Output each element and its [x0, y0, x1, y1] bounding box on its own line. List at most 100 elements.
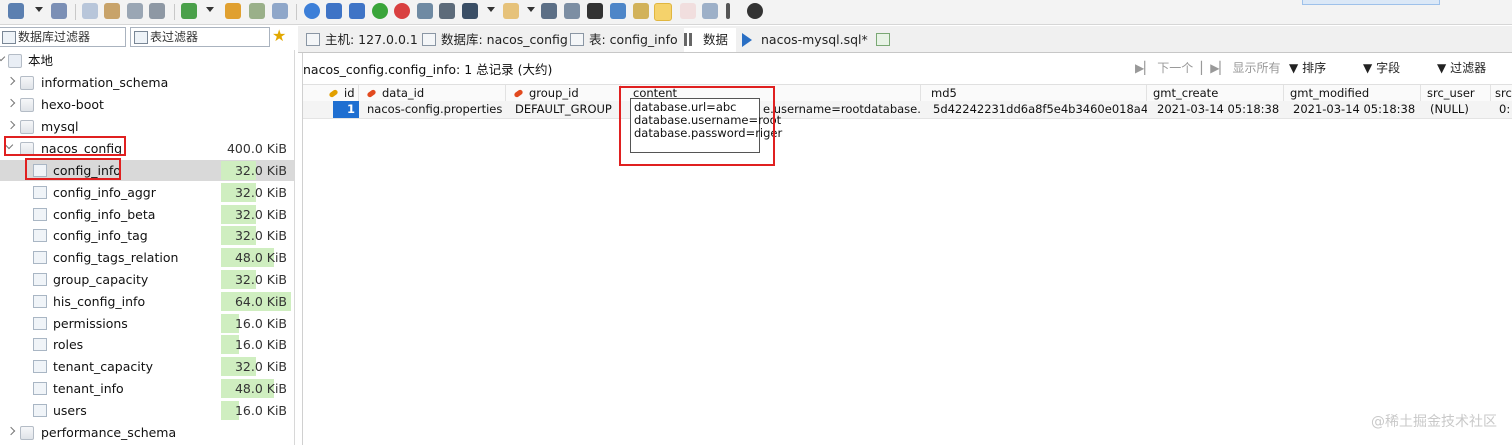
- chevron-right-icon[interactable]: [6, 120, 16, 130]
- table-filter-input[interactable]: 表过滤器: [130, 27, 270, 47]
- cell-id[interactable]: 1: [333, 101, 359, 118]
- schema-icon[interactable]: [272, 3, 288, 19]
- query-icon[interactable]: [225, 3, 241, 19]
- object-filters: 数据库过滤器 表过滤器 ★: [0, 26, 294, 48]
- null-icon[interactable]: [680, 3, 696, 19]
- next-icon: ▶▏: [1135, 61, 1154, 75]
- table-name: tenant_capacity: [53, 359, 154, 375]
- tree-table-config-info-aggr[interactable]: config_info_aggr 32.0 KiB: [0, 182, 294, 203]
- tree-table-tenant-info[interactable]: tenant_info 48.0 KiB: [0, 378, 294, 399]
- tab-host[interactable]: 主机: 127.0.0.1: [306, 28, 424, 52]
- tree-root-local[interactable]: 本地: [0, 50, 294, 71]
- warning-icon[interactable]: [654, 3, 672, 21]
- last-record-icon[interactable]: [349, 3, 365, 19]
- refresh-icon[interactable]: [181, 3, 197, 19]
- tree-table-users[interactable]: users 16.0 KiB: [0, 400, 294, 421]
- tab-sql-file[interactable]: nacos-mysql.sql*: [742, 28, 870, 52]
- tree-table-his-config-info[interactable]: his_config_info 64.0 KiB: [0, 291, 294, 312]
- chevron-right-icon[interactable]: [6, 98, 16, 108]
- tree-table-permissions[interactable]: permissions 16.0 KiB: [0, 313, 294, 334]
- tree-table-roles[interactable]: roles 16.0 KiB: [0, 334, 294, 355]
- cell-content[interactable]: e.username=rootdatabase.pa...: [761, 101, 921, 118]
- col-header-md5[interactable]: md5: [921, 85, 1147, 102]
- print-icon[interactable]: [149, 3, 165, 19]
- save-icon[interactable]: [541, 3, 557, 19]
- next-button[interactable]: ▶▏ 下一个: [1135, 59, 1193, 76]
- tree-table-tenant-capacity[interactable]: tenant_capacity 32.0 KiB: [0, 356, 294, 377]
- table-row[interactable]: 1 nacos-config.properties DEFAULT_GROUP …: [303, 101, 1512, 119]
- tree-db-information-schema[interactable]: information_schema: [0, 72, 294, 93]
- apply-icon[interactable]: [417, 3, 433, 19]
- tab-data[interactable]: 数据: [684, 28, 736, 52]
- sort-button[interactable]: ▼ 排序: [1289, 59, 1326, 76]
- export-icon[interactable]: [249, 3, 265, 19]
- col-header-gmt-create[interactable]: gmt_create: [1147, 85, 1284, 102]
- close-icon[interactable]: [747, 3, 763, 19]
- table-size: 32.0 KiB: [234, 184, 287, 200]
- paste-icon[interactable]: [104, 3, 120, 19]
- database-icon: [422, 33, 436, 46]
- filter-icon: [2, 31, 16, 44]
- cancel-icon[interactable]: [439, 3, 455, 19]
- table-size: 16.0 KiB: [234, 337, 287, 353]
- run-dropdown-icon[interactable]: [487, 7, 495, 12]
- connect-icon[interactable]: [8, 3, 24, 19]
- chevron-right-icon[interactable]: [6, 426, 16, 436]
- tab-database[interactable]: 数据库: nacos_config: [422, 28, 568, 52]
- col-header-id[interactable]: id: [303, 85, 359, 102]
- chevron-right-icon[interactable]: [6, 76, 16, 86]
- cell-data-id[interactable]: nacos-config.properties: [363, 101, 506, 118]
- cell-src-user[interactable]: (NULL): [1426, 101, 1491, 118]
- fields-button[interactable]: ▼ 字段: [1363, 59, 1400, 76]
- show-all-button[interactable]: ▏▶▏ 显示所有: [1201, 59, 1281, 76]
- tree-db-mysql[interactable]: mysql: [0, 116, 294, 137]
- key-icon: [366, 88, 377, 99]
- explain-dropdown-icon[interactable]: [527, 7, 535, 12]
- replace-icon[interactable]: [610, 3, 626, 19]
- explain-icon[interactable]: [503, 3, 519, 19]
- add-record-icon[interactable]: [372, 3, 388, 19]
- cell-src[interactable]: 0:: [1495, 101, 1512, 118]
- col-header-data-id[interactable]: data_id: [359, 85, 506, 102]
- tree-table-config-info-tag[interactable]: config_info_tag 32.0 KiB: [0, 225, 294, 246]
- new-tab-button[interactable]: [876, 28, 896, 52]
- tree-table-config-tags-relation[interactable]: config_tags_relation 48.0 KiB: [0, 247, 294, 268]
- undo-icon[interactable]: [127, 3, 143, 19]
- tab-table[interactable]: 表: config_info: [570, 28, 678, 52]
- col-header-gmt-modified[interactable]: gmt_modified: [1284, 85, 1421, 102]
- cell-gmt-create[interactable]: 2021-03-14 05:18:38: [1153, 101, 1284, 118]
- database-icon: [20, 76, 34, 90]
- col-header-src-user[interactable]: src_user: [1421, 85, 1491, 102]
- table-name: roles: [53, 337, 84, 353]
- cell-gmt-modified[interactable]: 2021-03-14 05:18:38: [1289, 101, 1421, 118]
- delete-record-icon[interactable]: [394, 3, 410, 19]
- filter-button[interactable]: ▼ 过滤器: [1437, 59, 1486, 76]
- edit-icon[interactable]: [633, 3, 649, 19]
- tree-db-performance-schema[interactable]: performance_schema: [0, 422, 294, 443]
- favorites-star-icon[interactable]: ★: [272, 26, 286, 46]
- col-label: data_id: [382, 86, 425, 100]
- refresh-dropdown-icon[interactable]: [206, 7, 214, 12]
- save-as-icon[interactable]: [564, 3, 580, 19]
- tree-db-hexo-boot[interactable]: hexo-boot: [0, 94, 294, 115]
- cell-md5[interactable]: 5d42242231dd6a8f5e4b3460e018a4d1: [929, 101, 1147, 118]
- run-icon[interactable]: [462, 3, 478, 19]
- chevron-down-icon[interactable]: [0, 52, 6, 62]
- semicolon-icon[interactable]: [726, 3, 730, 19]
- db-filter-input[interactable]: 数据库过滤器: [0, 27, 126, 47]
- cell-group-id[interactable]: DEFAULT_GROUP: [511, 101, 621, 118]
- info-icon[interactable]: [304, 3, 320, 19]
- main-toolbar: [0, 0, 1512, 25]
- copy-icon[interactable]: [82, 3, 98, 19]
- wrap-icon[interactable]: [702, 3, 718, 19]
- connect-dropdown-icon[interactable]: [35, 7, 43, 12]
- tree-table-config-info-beta[interactable]: config_info_beta 32.0 KiB: [0, 204, 294, 225]
- col-header-src[interactable]: src: [1491, 85, 1512, 102]
- table-size: 32.0 KiB: [234, 272, 287, 287]
- tree-table-group-capacity[interactable]: group_capacity 32.0 KiB: [0, 269, 294, 290]
- table-size: 64.0 KiB: [234, 293, 287, 309]
- col-header-group-id[interactable]: group_id: [506, 85, 621, 102]
- first-record-icon[interactable]: [326, 3, 342, 19]
- disconnect-icon[interactable]: [51, 3, 67, 19]
- binoculars-icon[interactable]: [587, 3, 603, 19]
